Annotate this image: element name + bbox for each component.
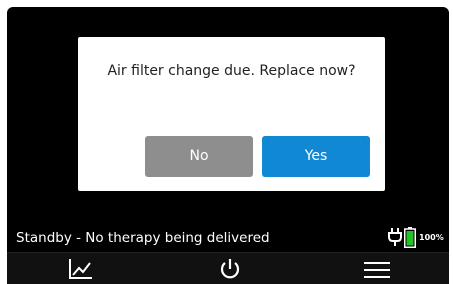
yes-button[interactable]: Yes (262, 136, 370, 177)
battery-percent: 100% (419, 233, 444, 242)
menu-icon[interactable] (363, 257, 391, 281)
filter-change-dialog: Air filter change due. Replace now? No Y… (78, 37, 385, 191)
battery-icon (404, 227, 416, 248)
power-icon[interactable] (216, 257, 244, 281)
device-screen: Air filter change due. Replace now? No Y… (7, 7, 449, 284)
trend-chart-icon[interactable] (67, 257, 95, 281)
no-button[interactable]: No (145, 136, 253, 177)
dialog-message: Air filter change due. Replace now? (107, 63, 356, 79)
status-text: Standby - No therapy being delivered (16, 230, 270, 246)
status-bar: Standby - No therapy being delivered 100… (7, 227, 449, 249)
plug-icon (388, 228, 402, 246)
bottom-nav (7, 252, 449, 284)
